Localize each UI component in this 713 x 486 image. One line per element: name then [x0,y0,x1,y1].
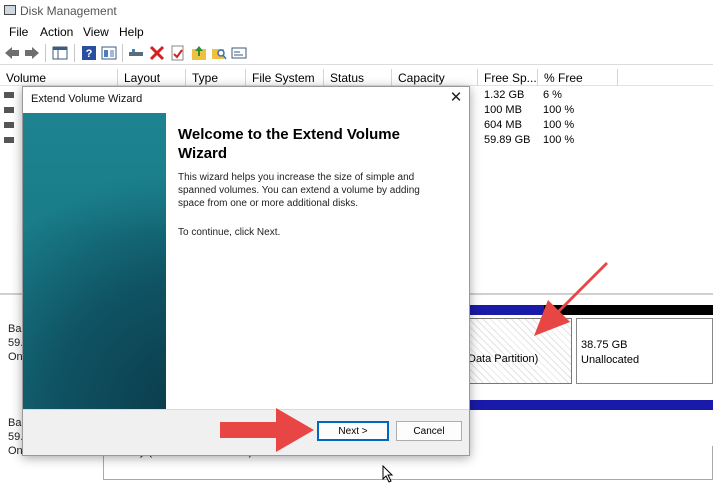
disk0-size: 59. [8,337,24,349]
menu-view[interactable]: View [83,25,109,39]
column-capacity[interactable]: Capacity [392,69,478,86]
toolbar-separator [122,44,123,62]
console-icon[interactable] [231,45,247,61]
grid-icon[interactable] [52,45,68,61]
svg-text:?: ? [86,48,93,60]
wizard-heading: Welcome to the Extend Volume Wizard [178,126,400,162]
partition-bar-disk1 [462,400,713,410]
toolbar: ? [0,41,713,65]
percent-free-cell: 100 % [543,104,575,116]
percent-free-cell: 100 % [543,119,575,131]
free-space-cell: 59.89 GB [484,134,531,146]
free-space-cell: 604 MB [484,119,522,131]
volume-icon [4,137,14,143]
column-free-space[interactable]: Free Sp... [478,69,538,86]
cancel-button[interactable]: Cancel [396,421,462,441]
menu-bar: File Action View Help [0,22,713,41]
delete-icon[interactable] [149,45,165,61]
close-icon[interactable]: ✕ [447,90,465,106]
search-folder-icon[interactable] [211,45,227,61]
disk0-type: Ba [8,323,22,335]
title-bar: Disk Management [0,0,713,22]
forward-arrow-icon[interactable] [24,45,40,61]
disk0-status: On [8,351,23,363]
column-percent-free[interactable]: % Free [538,69,618,86]
mouse-cursor-icon [382,465,394,483]
volume-icon [4,107,14,113]
column-type[interactable]: Type [186,69,246,86]
annotation-arrow-right [220,408,314,452]
volume-icon [4,122,14,128]
wizard-continue-text: To continue, click Next. [178,227,281,238]
toolbar-separator [74,44,75,62]
next-button[interactable]: Next > [317,421,389,441]
column-layout[interactable]: Layout [118,69,186,86]
free-space-cell: 100 MB [484,104,522,116]
menu-file[interactable]: File [9,25,28,39]
wizard-banner-highlight [23,113,166,233]
volume-icon [4,92,14,98]
disk-management-app-icon [4,5,16,15]
column-file-system[interactable]: File System [246,69,324,86]
help-icon[interactable]: ? [81,45,97,61]
toolbar-separator [45,44,46,62]
percent-free-cell: 100 % [543,134,575,146]
wizard-title: Extend Volume Wizard [31,93,143,105]
folder-up-icon[interactable] [191,45,207,61]
volume-list-header: Volume Layout Type File System Status Ca… [0,69,713,86]
properties-icon[interactable] [101,45,117,61]
menu-help[interactable]: Help [119,25,144,39]
extend-volume-wizard-dialog: Extend Volume Wizard ✕ Welcome to the Ex… [22,86,470,456]
check-icon[interactable] [170,45,186,61]
unallocated-label: Unallocated [581,354,640,366]
annotation-arrow-down-left [534,262,608,336]
column-status[interactable]: Status [324,69,392,86]
back-arrow-icon[interactable] [4,45,20,61]
percent-free-cell: 6 % [543,89,562,101]
column-volume[interactable]: Volume [0,69,118,86]
wizard-description: This wizard helps you increase the size … [178,172,420,209]
menu-action[interactable]: Action [40,25,73,39]
connect-icon[interactable] [128,45,144,61]
data-partition-label: Data Partition) [468,353,539,365]
window-title: Disk Management [20,4,117,18]
disk0-label[interactable]: Ba 59. On [8,322,23,364]
free-space-cell: 1.32 GB [484,89,525,101]
